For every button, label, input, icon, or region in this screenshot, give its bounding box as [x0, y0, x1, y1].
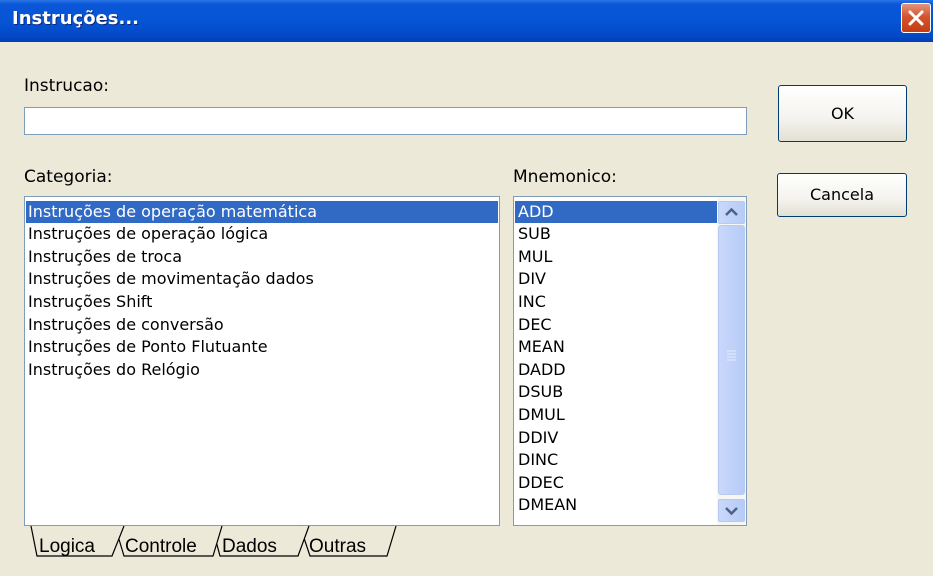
scroll-thumb[interactable] — [718, 225, 745, 495]
mnemonico-label: Mnemonico: — [513, 167, 617, 187]
list-item[interactable]: ADD — [515, 201, 717, 223]
list-item[interactable]: Instruções Shift — [28, 291, 152, 313]
list-item[interactable]: INC — [518, 291, 546, 313]
instrucao-input[interactable] — [24, 107, 747, 135]
grip-icon — [727, 350, 736, 361]
chevron-down-icon — [725, 507, 738, 516]
tab-logica[interactable]: Logica — [30, 525, 125, 557]
list-item[interactable]: MUL — [518, 246, 552, 268]
tab-strip: Outras Dados Controle Logica — [30, 525, 397, 557]
list-item[interactable]: DINC — [518, 449, 558, 471]
mnemonico-scrollbar[interactable] — [717, 197, 746, 525]
list-item[interactable]: DMEAN — [518, 494, 577, 516]
window-title: Instruções... — [12, 8, 139, 29]
list-item[interactable]: DSUB — [518, 381, 563, 403]
categoria-label: Categoria: — [24, 167, 113, 187]
tab-outras-label: Outras — [309, 536, 366, 557]
list-item[interactable]: SUB — [518, 223, 551, 245]
list-item[interactable]: Instruções do Relógio — [28, 359, 200, 381]
list-item[interactable]: DEC — [518, 314, 552, 336]
chevron-up-icon — [725, 207, 738, 216]
cancel-button[interactable]: Cancela — [777, 173, 907, 217]
tab-controle[interactable]: Controle — [114, 525, 223, 557]
list-item[interactable]: Instruções de operação matemática — [26, 201, 498, 223]
list-item[interactable]: Instruções de conversão — [28, 314, 224, 336]
list-item[interactable]: Instruções de movimentação dados — [28, 268, 314, 290]
scroll-up-button[interactable] — [718, 201, 745, 224]
ok-button[interactable]: OK — [778, 85, 907, 142]
list-item[interactable]: MEAN — [518, 336, 565, 358]
close-icon — [908, 10, 924, 26]
list-item[interactable]: Instruções de Ponto Flutuante — [28, 336, 268, 358]
tab-dados-label: Dados — [222, 536, 277, 557]
tab-controle-label: Controle — [125, 536, 197, 557]
categoria-listbox[interactable]: Instruções de operação matemática Instru… — [24, 196, 500, 526]
list-item[interactable]: DMUL — [518, 404, 565, 426]
scroll-down-button[interactable] — [718, 499, 745, 522]
instrucoes-dialog: Instruções... Instrucao: OK Cancela Cate… — [0, 0, 933, 576]
close-button[interactable] — [901, 3, 931, 33]
mnemonico-listbox[interactable]: ADD SUB MUL DIV INC DEC MEAN DADD DSUB D… — [513, 196, 747, 526]
list-item[interactable]: DADD — [518, 359, 566, 381]
list-item[interactable]: Instruções de operação lógica — [28, 223, 268, 245]
title-bar[interactable]: Instruções... — [0, 0, 933, 42]
tab-logica-label: Logica — [39, 536, 95, 557]
list-item[interactable]: DDEC — [518, 472, 564, 494]
tab-outras[interactable]: Outras — [299, 525, 397, 557]
tab-dados[interactable]: Dados — [211, 525, 310, 557]
instrucao-label: Instrucao: — [24, 76, 109, 96]
list-item[interactable]: DIV — [518, 268, 546, 290]
list-item[interactable]: Instruções de troca — [28, 246, 182, 268]
list-item[interactable]: DDIV — [518, 427, 558, 449]
